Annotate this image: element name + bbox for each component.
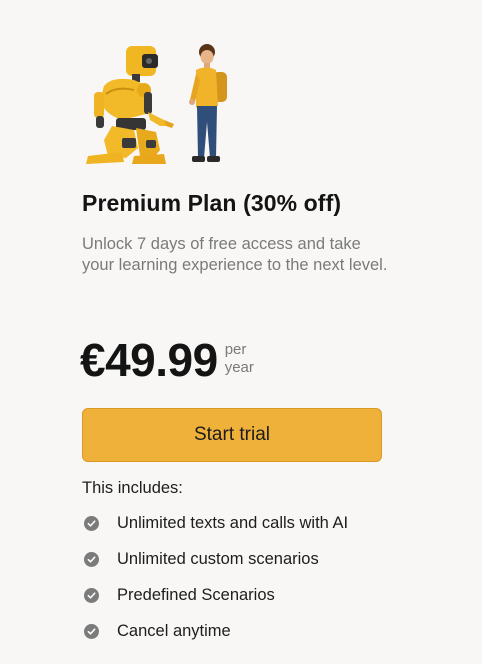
feature-label: Predefined Scenarios (117, 585, 275, 604)
pricing-card: Premium Plan (30% off) Unlock 7 days of … (0, 0, 482, 664)
billing-period: per year (225, 341, 254, 377)
robot-figure (86, 46, 174, 164)
plan-price: €49.99 (80, 334, 218, 386)
feature-list: Unlimited texts and calls with AI Unlimi… (84, 505, 348, 649)
feature-item: Unlimited custom scenarios (84, 541, 348, 577)
feature-item: Unlimited texts and calls with AI (84, 505, 348, 541)
start-trial-button[interactable]: Start trial (82, 408, 382, 462)
price-row: €49.99 per year (80, 334, 254, 388)
billing-period-per: per (224, 341, 247, 358)
plan-description: Unlock 7 days of free access and take yo… (82, 235, 388, 274)
check-circle-icon (84, 551, 99, 567)
robot-and-student-illustration (86, 44, 227, 164)
feature-item: Cancel anytime (84, 613, 348, 649)
check-circle-icon (84, 515, 99, 531)
student-figure (189, 44, 227, 162)
feature-label: Unlimited custom scenarios (117, 549, 319, 568)
plan-title: Premium Plan (30% off) (82, 190, 342, 216)
billing-period-unit: year (224, 359, 254, 376)
feature-label: Unlimited texts and calls with AI (117, 513, 349, 532)
feature-label: Cancel anytime (117, 621, 231, 640)
check-circle-icon (84, 587, 99, 603)
includes-heading: This includes: (82, 479, 183, 497)
check-circle-icon (84, 623, 99, 639)
feature-item: Predefined Scenarios (84, 577, 348, 613)
